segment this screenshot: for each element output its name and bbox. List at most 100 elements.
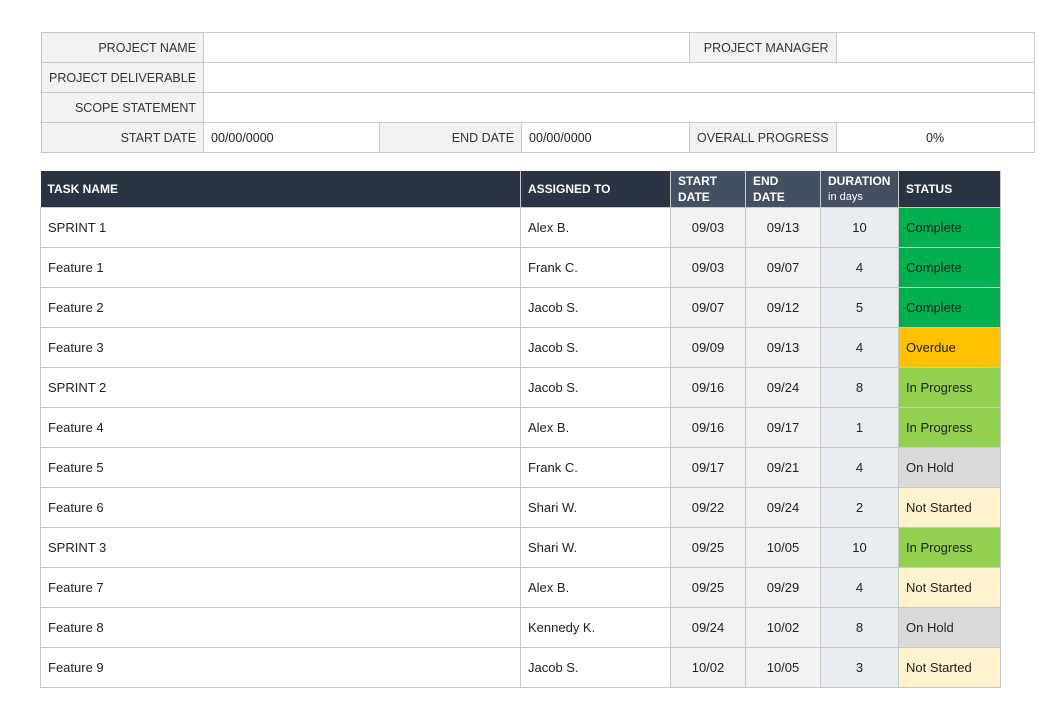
end-date-label: END DATE <box>379 122 523 153</box>
assigned-to-cell[interactable]: Frank C. <box>520 447 671 488</box>
assigned-to-cell[interactable]: Jacob S. <box>520 367 671 408</box>
overall-progress-value[interactable]: 0% <box>835 122 1035 153</box>
status-cell[interactable]: Not Started <box>898 487 1001 528</box>
end-date-header-line2: DATE <box>753 190 785 204</box>
duration-cell[interactable]: 4 <box>820 567 899 608</box>
start-date-cell[interactable]: 09/24 <box>670 607 746 648</box>
scope-statement-field[interactable] <box>203 92 1035 123</box>
status-cell[interactable]: Overdue <box>898 327 1001 368</box>
assigned-to-cell[interactable]: Alex B. <box>520 407 671 448</box>
status-cell[interactable]: On Hold <box>898 447 1001 488</box>
status-cell[interactable]: Complete <box>898 207 1001 248</box>
table-row: Feature 4 Alex B. 09/16 09/17 1 In Progress <box>40 407 1001 448</box>
dates-row: START DATE 00/00/0000 END DATE 00/00/000… <box>40 122 1035 153</box>
duration-cell[interactable]: 10 <box>820 207 899 248</box>
start-date-header-line2: DATE <box>678 190 710 204</box>
duration-cell[interactable]: 8 <box>820 367 899 408</box>
task-name-cell[interactable]: Feature 4 <box>40 407 521 448</box>
end-date-cell[interactable]: 10/05 <box>745 527 821 568</box>
table-row: Feature 8 Kennedy K. 09/24 10/02 8 On Hold <box>40 607 1001 648</box>
task-name-cell[interactable]: Feature 3 <box>40 327 521 368</box>
end-date-cell[interactable]: 09/24 <box>745 487 821 528</box>
table-row: SPRINT 1 Alex B. 09/03 09/13 10 Complete <box>40 207 1001 248</box>
task-name-cell[interactable]: SPRINT 2 <box>40 367 521 408</box>
task-name-cell[interactable]: Feature 6 <box>40 487 521 528</box>
project-manager-field[interactable] <box>835 32 1035 63</box>
start-date-cell[interactable]: 09/16 <box>670 407 746 448</box>
task-name-cell[interactable]: Feature 1 <box>40 247 521 288</box>
assigned-to-cell[interactable]: Jacob S. <box>520 327 671 368</box>
start-date-cell[interactable]: 09/17 <box>670 447 746 488</box>
task-name-cell[interactable]: Feature 2 <box>40 287 521 328</box>
table-row: Feature 5 Frank C. 09/17 09/21 4 On Hold <box>40 447 1001 488</box>
end-date-cell[interactable]: 09/29 <box>745 567 821 608</box>
start-date-cell[interactable]: 09/22 <box>670 487 746 528</box>
status-cell[interactable]: Not Started <box>898 567 1001 608</box>
task-name-cell[interactable]: Feature 9 <box>40 647 521 688</box>
column-header-status: STATUS <box>898 171 1001 208</box>
start-date-cell[interactable]: 09/03 <box>670 247 746 288</box>
duration-cell[interactable]: 4 <box>820 247 899 288</box>
start-date-cell[interactable]: 09/16 <box>670 367 746 408</box>
assigned-to-cell[interactable]: Jacob S. <box>520 647 671 688</box>
duration-cell[interactable]: 4 <box>820 447 899 488</box>
task-name-cell[interactable]: Feature 7 <box>40 567 521 608</box>
end-date-header-line1: END <box>753 174 779 188</box>
assigned-to-cell[interactable]: Alex B. <box>520 567 671 608</box>
end-date-cell[interactable]: 09/24 <box>745 367 821 408</box>
task-table: TASK NAME ASSIGNED TO START DATE END DAT… <box>40 171 1001 688</box>
start-date-cell[interactable]: 09/07 <box>670 287 746 328</box>
project-deliverable-field[interactable] <box>203 62 1035 93</box>
end-date-cell[interactable]: 10/02 <box>745 607 821 648</box>
task-name-cell[interactable]: Feature 8 <box>40 607 521 648</box>
table-row: Feature 6 Shari W. 09/22 09/24 2 Not Started <box>40 487 1001 528</box>
assigned-to-cell[interactable]: Alex B. <box>520 207 671 248</box>
start-date-label: START DATE <box>40 122 205 153</box>
project-deliverable-row: PROJECT DELIVERABLE <box>40 62 1035 93</box>
project-name-row: PROJECT NAME PROJECT MANAGER <box>40 32 1035 63</box>
start-date-cell[interactable]: 10/02 <box>670 647 746 688</box>
end-date-cell[interactable]: 10/05 <box>745 647 821 688</box>
duration-cell[interactable]: 2 <box>820 487 899 528</box>
column-header-assigned-to: ASSIGNED TO <box>520 171 671 208</box>
column-header-task-name: TASK NAME <box>40 171 521 208</box>
assigned-to-cell[interactable]: Frank C. <box>520 247 671 288</box>
end-date-cell[interactable]: 09/17 <box>745 407 821 448</box>
start-date-cell[interactable]: 09/03 <box>670 207 746 248</box>
end-date-cell[interactable]: 09/07 <box>745 247 821 288</box>
table-row: Feature 3 Jacob S. 09/09 09/13 4 Overdue <box>40 327 1001 368</box>
task-name-cell[interactable]: SPRINT 3 <box>40 527 521 568</box>
start-date-field[interactable]: 00/00/0000 <box>203 122 381 153</box>
status-cell[interactable]: In Progress <box>898 527 1001 568</box>
task-name-cell[interactable]: SPRINT 1 <box>40 207 521 248</box>
status-cell[interactable]: Complete <box>898 247 1001 288</box>
task-name-cell[interactable]: Feature 5 <box>40 447 521 488</box>
duration-cell[interactable]: 10 <box>820 527 899 568</box>
project-name-field[interactable] <box>203 32 691 63</box>
end-date-field[interactable]: 00/00/0000 <box>521 122 691 153</box>
assigned-to-cell[interactable]: Jacob S. <box>520 287 671 328</box>
assigned-to-cell[interactable]: Shari W. <box>520 527 671 568</box>
status-cell[interactable]: Not Started <box>898 647 1001 688</box>
duration-cell[interactable]: 3 <box>820 647 899 688</box>
start-date-cell[interactable]: 09/25 <box>670 567 746 608</box>
assigned-to-cell[interactable]: Shari W. <box>520 487 671 528</box>
end-date-cell[interactable]: 09/21 <box>745 447 821 488</box>
start-date-cell[interactable]: 09/25 <box>670 527 746 568</box>
end-date-cell[interactable]: 09/13 <box>745 207 821 248</box>
status-cell[interactable]: Complete <box>898 287 1001 328</box>
status-cell[interactable]: In Progress <box>898 407 1001 448</box>
assigned-to-cell[interactable]: Kennedy K. <box>520 607 671 648</box>
status-cell[interactable]: On Hold <box>898 607 1001 648</box>
scope-statement-row: SCOPE STATEMENT <box>40 92 1035 123</box>
duration-cell[interactable]: 4 <box>820 327 899 368</box>
start-date-cell[interactable]: 09/09 <box>670 327 746 368</box>
overall-progress-label: OVERALL PROGRESS <box>689 122 837 153</box>
table-row: Feature 9 Jacob S. 10/02 10/05 3 Not Started <box>40 647 1001 688</box>
end-date-cell[interactable]: 09/12 <box>745 287 821 328</box>
duration-cell[interactable]: 1 <box>820 407 899 448</box>
duration-cell[interactable]: 8 <box>820 607 899 648</box>
duration-cell[interactable]: 5 <box>820 287 899 328</box>
status-cell[interactable]: In Progress <box>898 367 1001 408</box>
end-date-cell[interactable]: 09/13 <box>745 327 821 368</box>
